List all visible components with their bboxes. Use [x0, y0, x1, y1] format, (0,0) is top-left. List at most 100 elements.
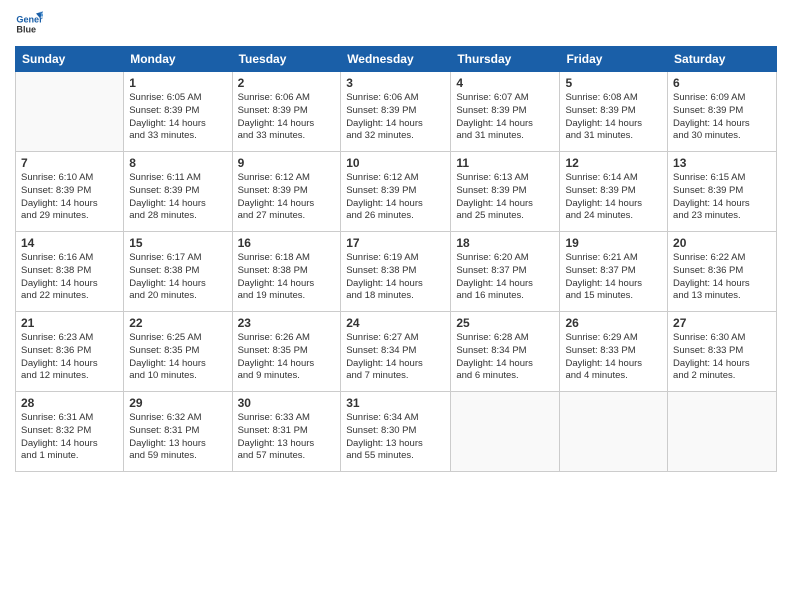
header-tuesday: Tuesday: [232, 47, 341, 72]
table-row: 18 Sunrise: 6:20 AM Sunset: 8:37 PM Dayli…: [451, 232, 560, 312]
header-row: SundayMondayTuesdayWednesdayThursdayFrid…: [16, 47, 777, 72]
day-number: 30: [238, 396, 336, 410]
day-number: 14: [21, 236, 118, 250]
day-number: 16: [238, 236, 336, 250]
table-row: 23 Sunrise: 6:26 AM Sunset: 8:35 PM Dayli…: [232, 312, 341, 392]
day-number: 21: [21, 316, 118, 330]
table-row: 8 Sunrise: 6:11 AM Sunset: 8:39 PM Daylig…: [124, 152, 232, 232]
day-info: Sunrise: 6:15 AM Sunset: 8:39 PM Dayligh…: [673, 172, 771, 223]
table-row: 5Sunrise: 6:08 AM Sunset: 8:39 PM Daylig…: [560, 72, 668, 152]
table-row: 12Sunrise: 6:14 AM Sunset: 8:39 PM Dayli…: [560, 152, 668, 232]
day-info: Sunrise: 6:05 AM Sunset: 8:39 PM Dayligh…: [129, 92, 226, 143]
table-row: 10 Sunrise: 6:12 AM Sunset: 8:39 PM Dayli…: [341, 152, 451, 232]
week-row-2: 7 Sunrise: 6:10 AM Sunset: 8:39 PM Daylig…: [16, 152, 777, 232]
table-row: 14 Sunrise: 6:16 AM Sunset: 8:38 PM Dayli…: [16, 232, 124, 312]
day-info: Sunrise: 6:19 AM Sunset: 8:38 PM Dayligh…: [346, 252, 445, 303]
header-wednesday: Wednesday: [341, 47, 451, 72]
day-number: 27: [673, 316, 771, 330]
day-number: 20: [673, 236, 771, 250]
day-number: 31: [346, 396, 445, 410]
table-row: 30 Sunrise: 6:33 AM Sunset: 8:31 PM Dayli…: [232, 392, 341, 472]
day-info: Sunrise: 6:10 AM Sunset: 8:39 PM Dayligh…: [21, 172, 118, 223]
table-row: 22 Sunrise: 6:25 AM Sunset: 8:35 PM Dayli…: [124, 312, 232, 392]
day-number: 25: [456, 316, 554, 330]
day-info: Sunrise: 6:14 AM Sunset: 8:39 PM Dayligh…: [565, 172, 662, 223]
table-row: [560, 392, 668, 472]
day-info: Sunrise: 6:18 AM Sunset: 8:38 PM Dayligh…: [238, 252, 336, 303]
header-thursday: Thursday: [451, 47, 560, 72]
table-row: 21 Sunrise: 6:23 AM Sunset: 8:36 PM Dayli…: [16, 312, 124, 392]
table-row: 2 Sunrise: 6:06 AM Sunset: 8:39 PM Daylig…: [232, 72, 341, 152]
day-number: 26: [565, 316, 662, 330]
table-row: 11 Sunrise: 6:13 AM Sunset: 8:39 PM Dayli…: [451, 152, 560, 232]
day-info: Sunrise: 6:20 AM Sunset: 8:37 PM Dayligh…: [456, 252, 554, 303]
header-sunday: Sunday: [16, 47, 124, 72]
day-info: Sunrise: 6:22 AM Sunset: 8:36 PM Dayligh…: [673, 252, 771, 303]
day-info: Sunrise: 6:26 AM Sunset: 8:35 PM Dayligh…: [238, 332, 336, 383]
day-number: 11: [456, 156, 554, 170]
day-number: 3: [346, 76, 445, 90]
day-number: 13: [673, 156, 771, 170]
day-number: 23: [238, 316, 336, 330]
day-info: Sunrise: 6:06 AM Sunset: 8:39 PM Dayligh…: [238, 92, 336, 143]
table-row: 1Sunrise: 6:05 AM Sunset: 8:39 PM Daylig…: [124, 72, 232, 152]
day-info: Sunrise: 6:34 AM Sunset: 8:30 PM Dayligh…: [346, 412, 445, 463]
header-monday: Monday: [124, 47, 232, 72]
header: General Blue: [15, 10, 777, 38]
day-info: Sunrise: 6:13 AM Sunset: 8:39 PM Dayligh…: [456, 172, 554, 223]
table-row: 9 Sunrise: 6:12 AM Sunset: 8:39 PM Daylig…: [232, 152, 341, 232]
day-number: 8: [129, 156, 226, 170]
logo: General Blue: [15, 10, 47, 38]
table-row: 20 Sunrise: 6:22 AM Sunset: 8:36 PM Dayli…: [668, 232, 777, 312]
table-row: 26 Sunrise: 6:29 AM Sunset: 8:33 PM Dayli…: [560, 312, 668, 392]
day-number: 7: [21, 156, 118, 170]
table-row: 4 Sunrise: 6:07 AM Sunset: 8:39 PM Daylig…: [451, 72, 560, 152]
svg-text:Blue: Blue: [16, 24, 36, 34]
day-number: 10: [346, 156, 445, 170]
calendar: SundayMondayTuesdayWednesdayThursdayFrid…: [15, 46, 777, 472]
week-row-4: 21 Sunrise: 6:23 AM Sunset: 8:36 PM Dayli…: [16, 312, 777, 392]
table-row: [16, 72, 124, 152]
day-info: Sunrise: 6:12 AM Sunset: 8:39 PM Dayligh…: [346, 172, 445, 223]
logo-icon: General Blue: [15, 10, 43, 38]
day-info: Sunrise: 6:08 AM Sunset: 8:39 PM Dayligh…: [565, 92, 662, 143]
day-info: Sunrise: 6:21 AM Sunset: 8:37 PM Dayligh…: [565, 252, 662, 303]
table-row: 7 Sunrise: 6:10 AM Sunset: 8:39 PM Daylig…: [16, 152, 124, 232]
day-number: 6: [673, 76, 771, 90]
table-row: 6Sunrise: 6:09 AM Sunset: 8:39 PM Daylig…: [668, 72, 777, 152]
day-number: 18: [456, 236, 554, 250]
day-number: 9: [238, 156, 336, 170]
week-row-1: 1Sunrise: 6:05 AM Sunset: 8:39 PM Daylig…: [16, 72, 777, 152]
day-info: Sunrise: 6:25 AM Sunset: 8:35 PM Dayligh…: [129, 332, 226, 383]
day-number: 19: [565, 236, 662, 250]
day-info: Sunrise: 6:07 AM Sunset: 8:39 PM Dayligh…: [456, 92, 554, 143]
day-info: Sunrise: 6:12 AM Sunset: 8:39 PM Dayligh…: [238, 172, 336, 223]
day-number: 22: [129, 316, 226, 330]
day-number: 24: [346, 316, 445, 330]
day-info: Sunrise: 6:32 AM Sunset: 8:31 PM Dayligh…: [129, 412, 226, 463]
week-row-5: 28 Sunrise: 6:31 AM Sunset: 8:32 PM Dayli…: [16, 392, 777, 472]
table-row: 24 Sunrise: 6:27 AM Sunset: 8:34 PM Dayli…: [341, 312, 451, 392]
day-info: Sunrise: 6:28 AM Sunset: 8:34 PM Dayligh…: [456, 332, 554, 383]
table-row: 3Sunrise: 6:06 AM Sunset: 8:39 PM Daylig…: [341, 72, 451, 152]
day-info: Sunrise: 6:23 AM Sunset: 8:36 PM Dayligh…: [21, 332, 118, 383]
day-info: Sunrise: 6:33 AM Sunset: 8:31 PM Dayligh…: [238, 412, 336, 463]
day-info: Sunrise: 6:29 AM Sunset: 8:33 PM Dayligh…: [565, 332, 662, 383]
header-saturday: Saturday: [668, 47, 777, 72]
day-info: Sunrise: 6:11 AM Sunset: 8:39 PM Dayligh…: [129, 172, 226, 223]
table-row: [451, 392, 560, 472]
table-row: 16 Sunrise: 6:18 AM Sunset: 8:38 PM Dayli…: [232, 232, 341, 312]
day-number: 29: [129, 396, 226, 410]
day-info: Sunrise: 6:16 AM Sunset: 8:38 PM Dayligh…: [21, 252, 118, 303]
day-number: 2: [238, 76, 336, 90]
day-info: Sunrise: 6:27 AM Sunset: 8:34 PM Dayligh…: [346, 332, 445, 383]
day-number: 28: [21, 396, 118, 410]
day-info: Sunrise: 6:17 AM Sunset: 8:38 PM Dayligh…: [129, 252, 226, 303]
header-friday: Friday: [560, 47, 668, 72]
day-info: Sunrise: 6:31 AM Sunset: 8:32 PM Dayligh…: [21, 412, 118, 463]
day-number: 4: [456, 76, 554, 90]
table-row: 25 Sunrise: 6:28 AM Sunset: 8:34 PM Dayli…: [451, 312, 560, 392]
table-row: 31 Sunrise: 6:34 AM Sunset: 8:30 PM Dayli…: [341, 392, 451, 472]
day-number: 15: [129, 236, 226, 250]
table-row: 27Sunrise: 6:30 AM Sunset: 8:33 PM Dayli…: [668, 312, 777, 392]
